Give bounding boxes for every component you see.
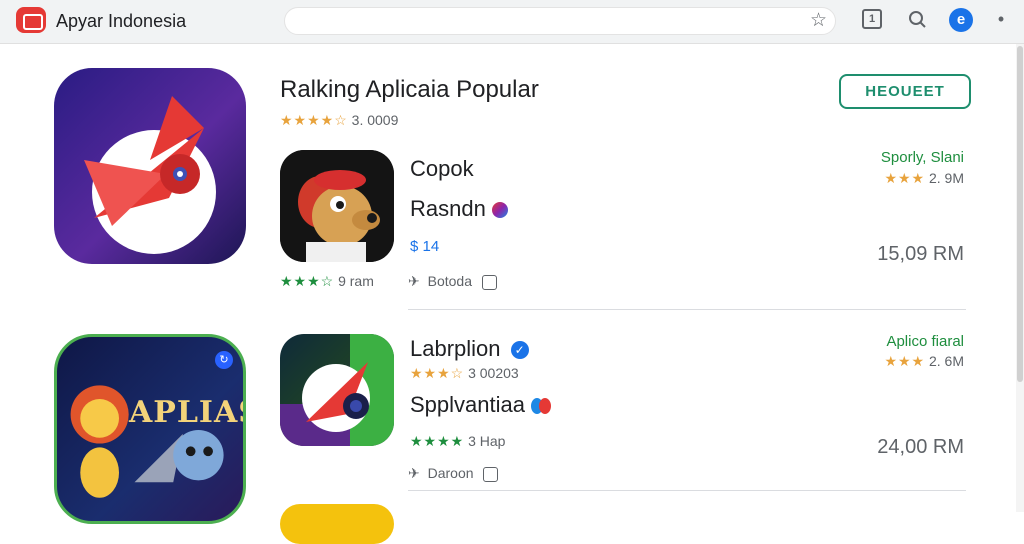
checkbox-icon[interactable] bbox=[481, 274, 497, 290]
app-size: 24,00 RM bbox=[877, 436, 964, 458]
divider bbox=[408, 490, 966, 491]
game-title-text: APLIAS bbox=[129, 395, 243, 430]
app-icon-copok[interactable] bbox=[280, 150, 394, 262]
app-tag[interactable]: ✈ Daroon bbox=[408, 465, 499, 482]
request-button[interactable]: HEOUEET bbox=[839, 74, 971, 109]
search-input[interactable]: ☆ bbox=[284, 7, 836, 35]
app-icon-labrplion[interactable] bbox=[280, 334, 394, 446]
color-dot-icon bbox=[539, 398, 552, 415]
app-name[interactable]: Labrplion ✓ bbox=[410, 336, 529, 362]
app-title: Apyar Indonesia bbox=[56, 11, 187, 31]
right-stars: ★★★ bbox=[884, 170, 926, 186]
app-logo-icon[interactable] bbox=[16, 7, 46, 33]
rating-stars: ★★★☆ bbox=[410, 365, 465, 381]
right-rating-text: 2. 6M bbox=[928, 353, 964, 369]
app-status: Sporly, Slani bbox=[880, 149, 964, 166]
badge-icon: ↻ bbox=[215, 351, 233, 369]
app-rating-secondary: ★★★★ 3 Hap bbox=[410, 433, 505, 450]
right-stars: ★★★ bbox=[884, 353, 926, 369]
tag-text: Daroon bbox=[427, 465, 474, 481]
app-status: Aplico fiaral bbox=[886, 333, 964, 350]
tag-text: Botoda bbox=[427, 273, 472, 289]
featured-app-icon[interactable] bbox=[54, 68, 246, 264]
section-rating: ★★★★☆ 3. 0009 bbox=[280, 112, 398, 129]
menu-dots-icon[interactable]: • bbox=[990, 9, 1012, 31]
rating-text: 3 00203 bbox=[468, 365, 519, 381]
rating-stars: ★★★★ bbox=[410, 433, 465, 449]
section-stars: ★★★★☆ bbox=[280, 112, 348, 128]
top-bar: Apyar Indonesia ☆ 1 e • bbox=[0, 0, 1024, 44]
pin-icon: ✈ bbox=[408, 465, 420, 481]
divider bbox=[408, 309, 966, 310]
app-subtitle-text: Spplvantiaa bbox=[410, 392, 525, 417]
rating-stars: ★★★☆ bbox=[280, 273, 335, 289]
book-icon[interactable]: 1 bbox=[862, 9, 882, 29]
app-subtitle-text: Rasndn bbox=[410, 196, 486, 221]
featured-game-icon[interactable]: APLIAS ↻ bbox=[54, 334, 246, 524]
app-name-text: Labrplion bbox=[410, 336, 501, 361]
app-size: 15,09 RM bbox=[877, 243, 964, 265]
app-rating: ★★★☆ 9 ram bbox=[280, 273, 374, 290]
app-right-rating: ★★★ 2. 9M bbox=[884, 170, 964, 187]
section-rating-count: 3. 0009 bbox=[351, 112, 399, 128]
checkbox-icon[interactable] bbox=[483, 466, 499, 482]
color-dot-icon bbox=[491, 202, 508, 219]
scrollbar[interactable] bbox=[1016, 44, 1024, 512]
scroll-thumb[interactable] bbox=[1017, 46, 1023, 382]
app-subtitle: Rasndn bbox=[410, 196, 508, 222]
app-name[interactable]: Copok bbox=[410, 156, 474, 182]
app-tag[interactable]: ✈ Botoda bbox=[408, 273, 497, 290]
rating-text: 9 ram bbox=[338, 273, 374, 289]
profile-icon[interactable]: e bbox=[949, 8, 973, 32]
rating-text: 3 Hap bbox=[468, 433, 506, 449]
verified-icon: ✓ bbox=[510, 341, 529, 360]
right-rating-text: 2. 9M bbox=[928, 170, 964, 186]
app-right-rating: ★★★ 2. 6M bbox=[884, 353, 964, 370]
app-rating: ★★★☆ 3 00203 bbox=[410, 365, 519, 382]
search-icon[interactable] bbox=[906, 9, 928, 31]
app-subtitle: Spplvantiaa bbox=[410, 392, 552, 418]
app-price: $ 14 bbox=[410, 238, 440, 255]
section-title: Ralking Aplicaia Popular bbox=[280, 76, 539, 103]
pin-icon: ✈ bbox=[408, 273, 420, 289]
app-icon-third[interactable] bbox=[280, 504, 394, 544]
star-icon[interactable]: ☆ bbox=[810, 11, 827, 31]
